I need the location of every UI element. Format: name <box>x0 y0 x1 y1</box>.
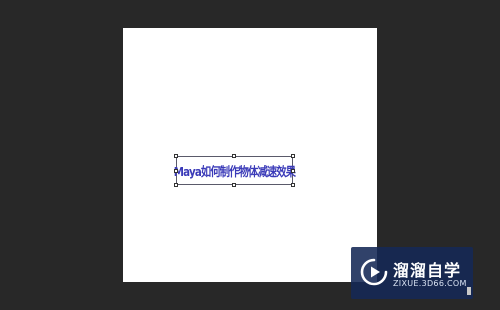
document-canvas[interactable] <box>123 28 377 282</box>
text-layer[interactable]: Maya如何制作物体减速效果 <box>174 157 296 184</box>
scroll-edge-marker <box>467 287 471 295</box>
transform-handle-bottom-right[interactable] <box>291 183 295 187</box>
transform-handle-top-middle[interactable] <box>232 154 236 158</box>
watermark-title: 溜溜自学 <box>393 261 462 280</box>
watermark-url: ZIXUE.3D66.COM <box>393 279 467 288</box>
transform-handle-bottom-left[interactable] <box>174 183 178 187</box>
text-layer-bounding-box[interactable]: Maya如何制作物体减速效果 <box>174 154 296 187</box>
transform-handle-top-right[interactable] <box>291 154 295 158</box>
play-icon <box>360 258 388 286</box>
transform-handle-top-left[interactable] <box>174 154 178 158</box>
transform-handle-bottom-middle[interactable] <box>232 183 236 187</box>
watermark: 溜溜自学 ZIXUE.3D66.COM <box>351 247 473 299</box>
transform-handle-middle-left[interactable] <box>174 169 178 173</box>
transform-handle-middle-right[interactable] <box>291 169 295 173</box>
